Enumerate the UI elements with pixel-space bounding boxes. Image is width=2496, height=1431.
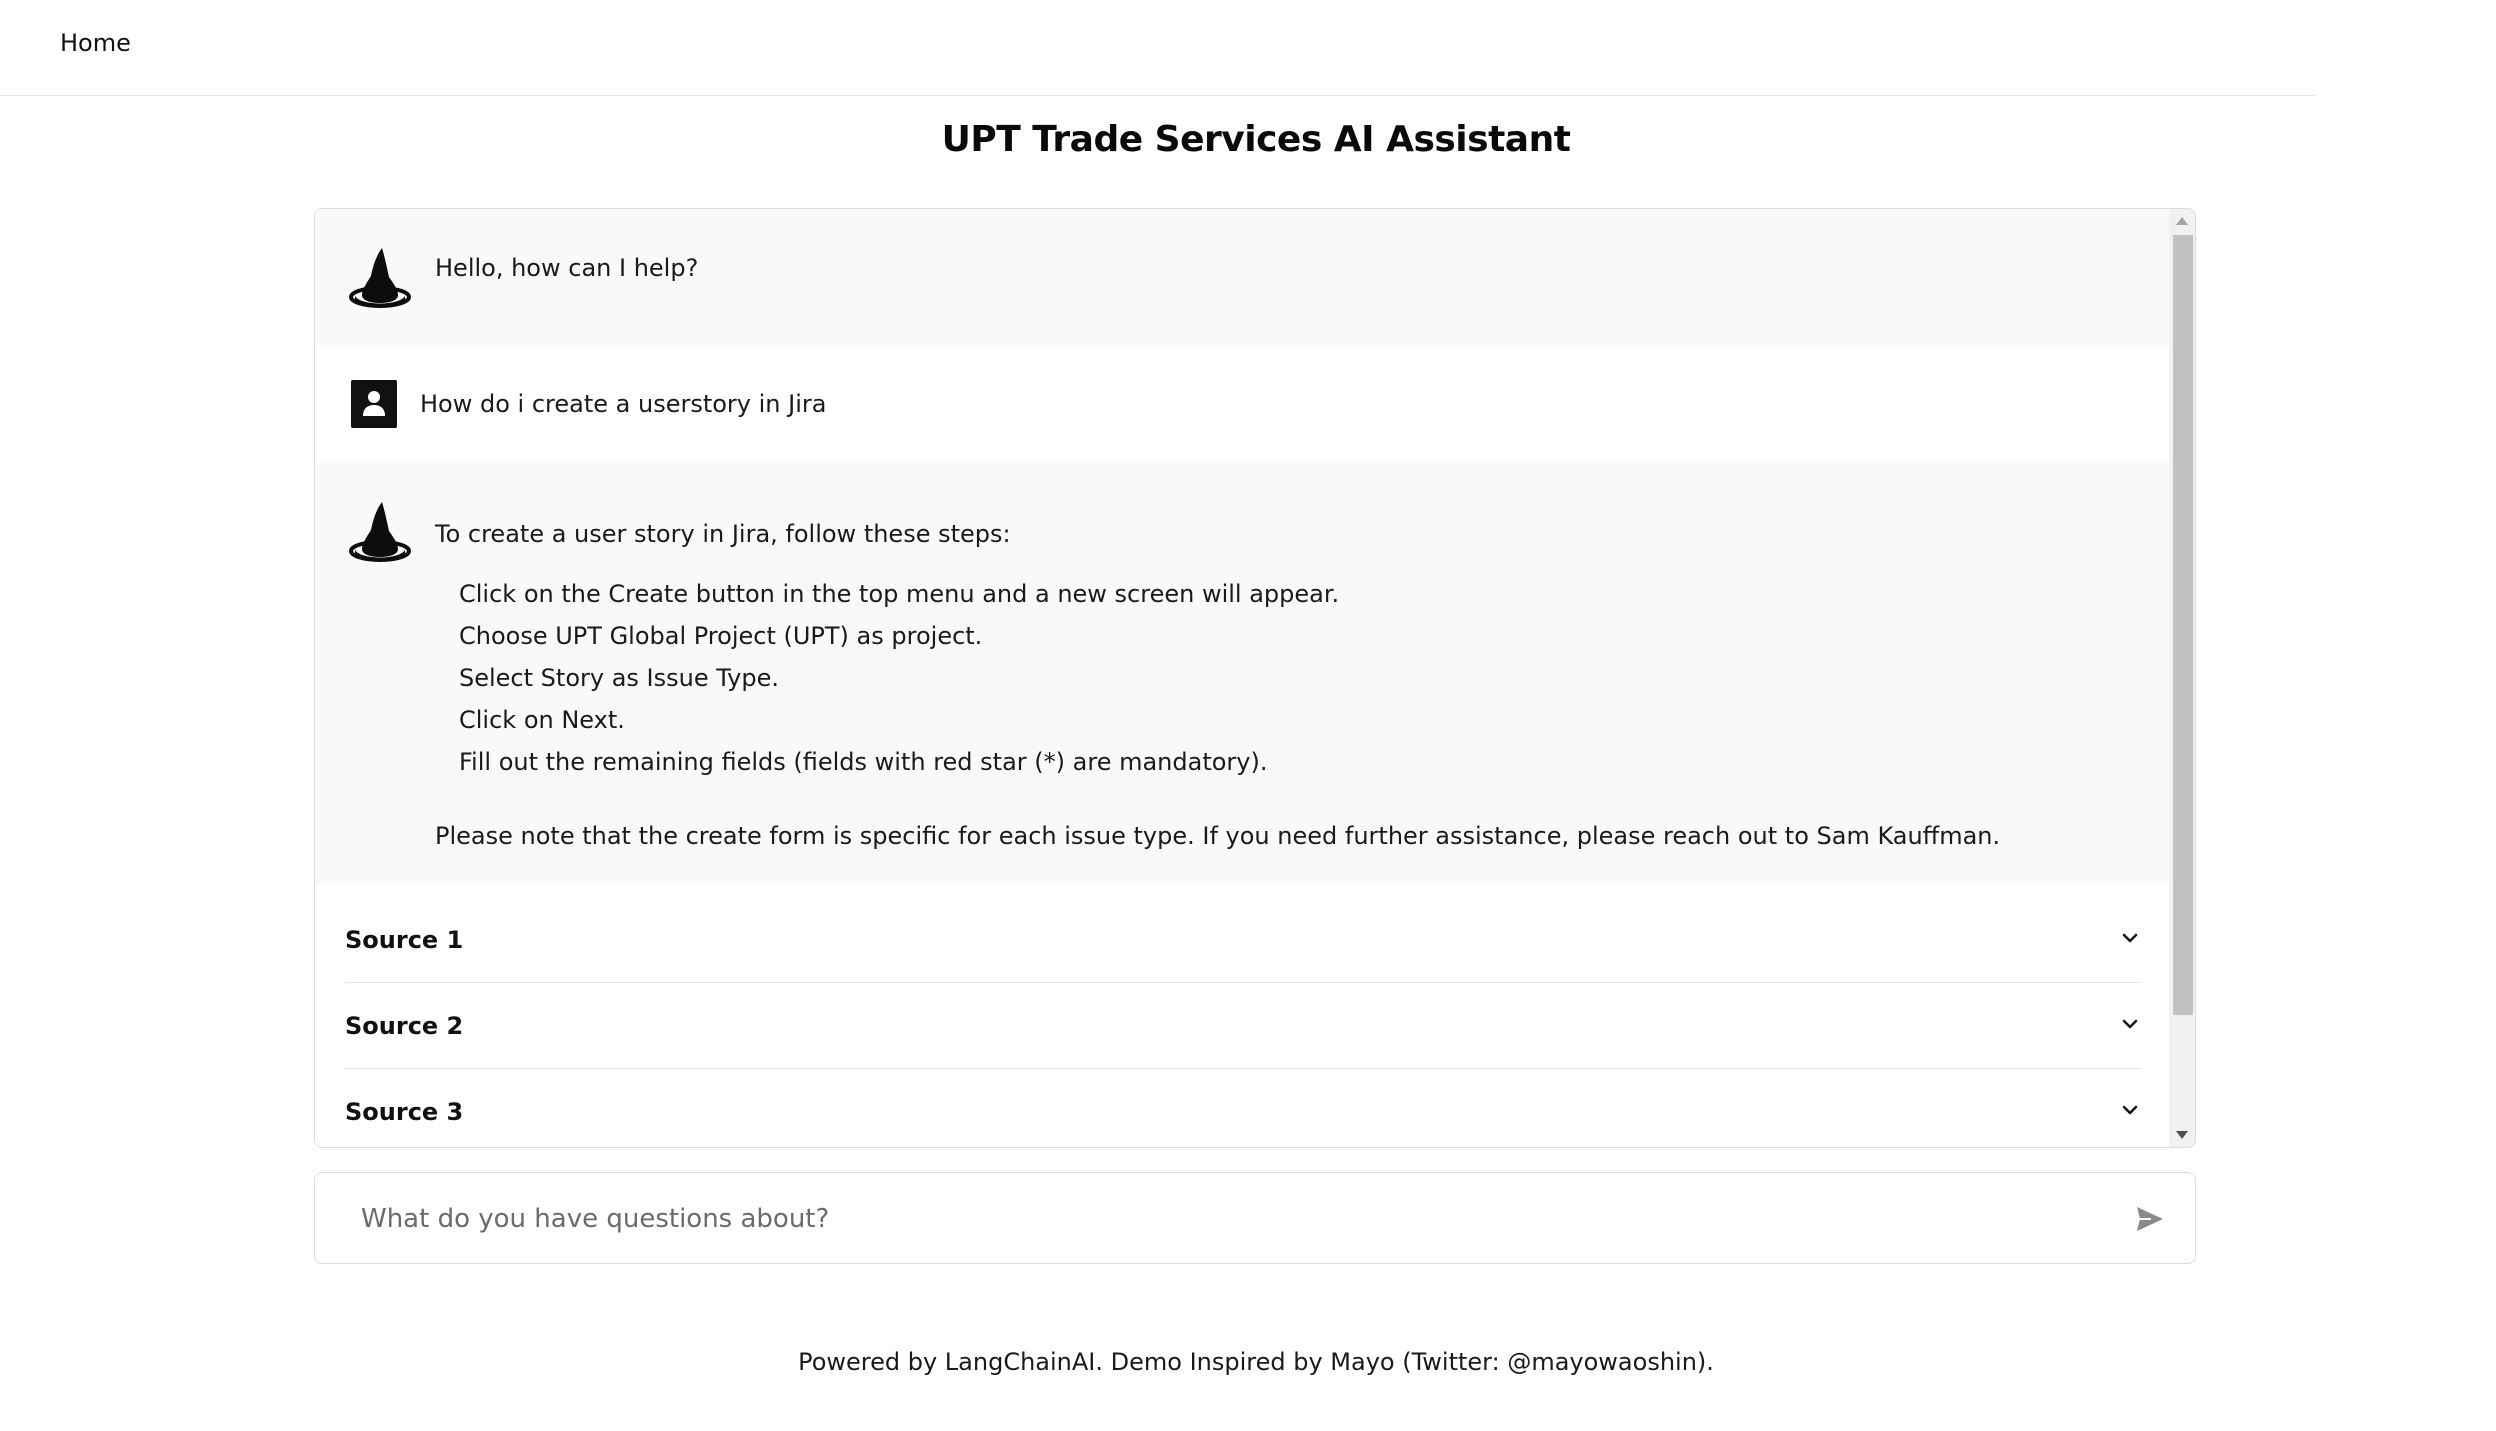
list-item: Select Story as Issue Type. (459, 664, 779, 692)
scroll-up-arrow[interactable] (2176, 217, 2188, 225)
message-text: How do i create a userstory in Jira (420, 390, 827, 418)
scrollbar[interactable] (2169, 209, 2195, 1147)
source-accordion-3[interactable]: Source 3 (345, 1069, 2141, 1147)
source-label: Source 1 (345, 926, 464, 954)
steps-list: Click on the Create button in the top me… (459, 573, 1339, 783)
wizard-hat-icon (349, 248, 411, 308)
question-form (314, 1172, 2196, 1264)
list-item: Click on the Create button in the top me… (459, 580, 1340, 608)
chevron-down-icon[interactable] (2119, 1099, 2141, 1121)
source-label: Source 3 (345, 1098, 464, 1126)
chat-window[interactable]: Hello, how can I help? How do i create a… (314, 208, 2196, 1148)
user-message: How do i create a userstory in Jira (315, 345, 2169, 463)
wizard-hat-icon (349, 502, 411, 562)
question-input[interactable] (359, 1195, 2059, 1243)
message-text: Hello, how can I help? (435, 254, 699, 282)
source-accordion-1[interactable]: Source 1 (345, 897, 2141, 983)
scrollbar-thumb[interactable] (2173, 235, 2193, 1015)
message-intro: To create a user story in Jira, follow t… (435, 520, 1011, 548)
chevron-down-icon[interactable] (2119, 1013, 2141, 1035)
message-list: Hello, how can I help? How do i create a… (315, 209, 2169, 1147)
message-note: Please note that the create form is spec… (435, 822, 2001, 850)
source-label: Source 2 (345, 1012, 464, 1040)
scroll-down-arrow[interactable] (2176, 1131, 2188, 1139)
chevron-down-icon[interactable] (2119, 927, 2141, 949)
page-title: UPT Trade Services AI Assistant (941, 119, 1571, 160)
bot-message: Hello, how can I help? (315, 209, 2169, 345)
bot-message: To create a user story in Jira, follow t… (315, 463, 2169, 883)
list-item: Choose UPT Global Project (UPT) as proje… (459, 622, 983, 650)
user-icon (351, 380, 397, 428)
footer-credit: Powered by LangChainAI. Demo Inspired by… (798, 1348, 1714, 1376)
top-navigation: Home (0, 0, 2316, 96)
send-icon (2137, 1207, 2163, 1231)
list-item: Fill out the remaining fields (fields wi… (459, 748, 1268, 776)
send-button[interactable] (2131, 1201, 2167, 1237)
home-link[interactable]: Home (60, 28, 131, 58)
list-item: Click on Next. (459, 706, 625, 734)
source-accordion-2[interactable]: Source 2 (345, 983, 2141, 1069)
